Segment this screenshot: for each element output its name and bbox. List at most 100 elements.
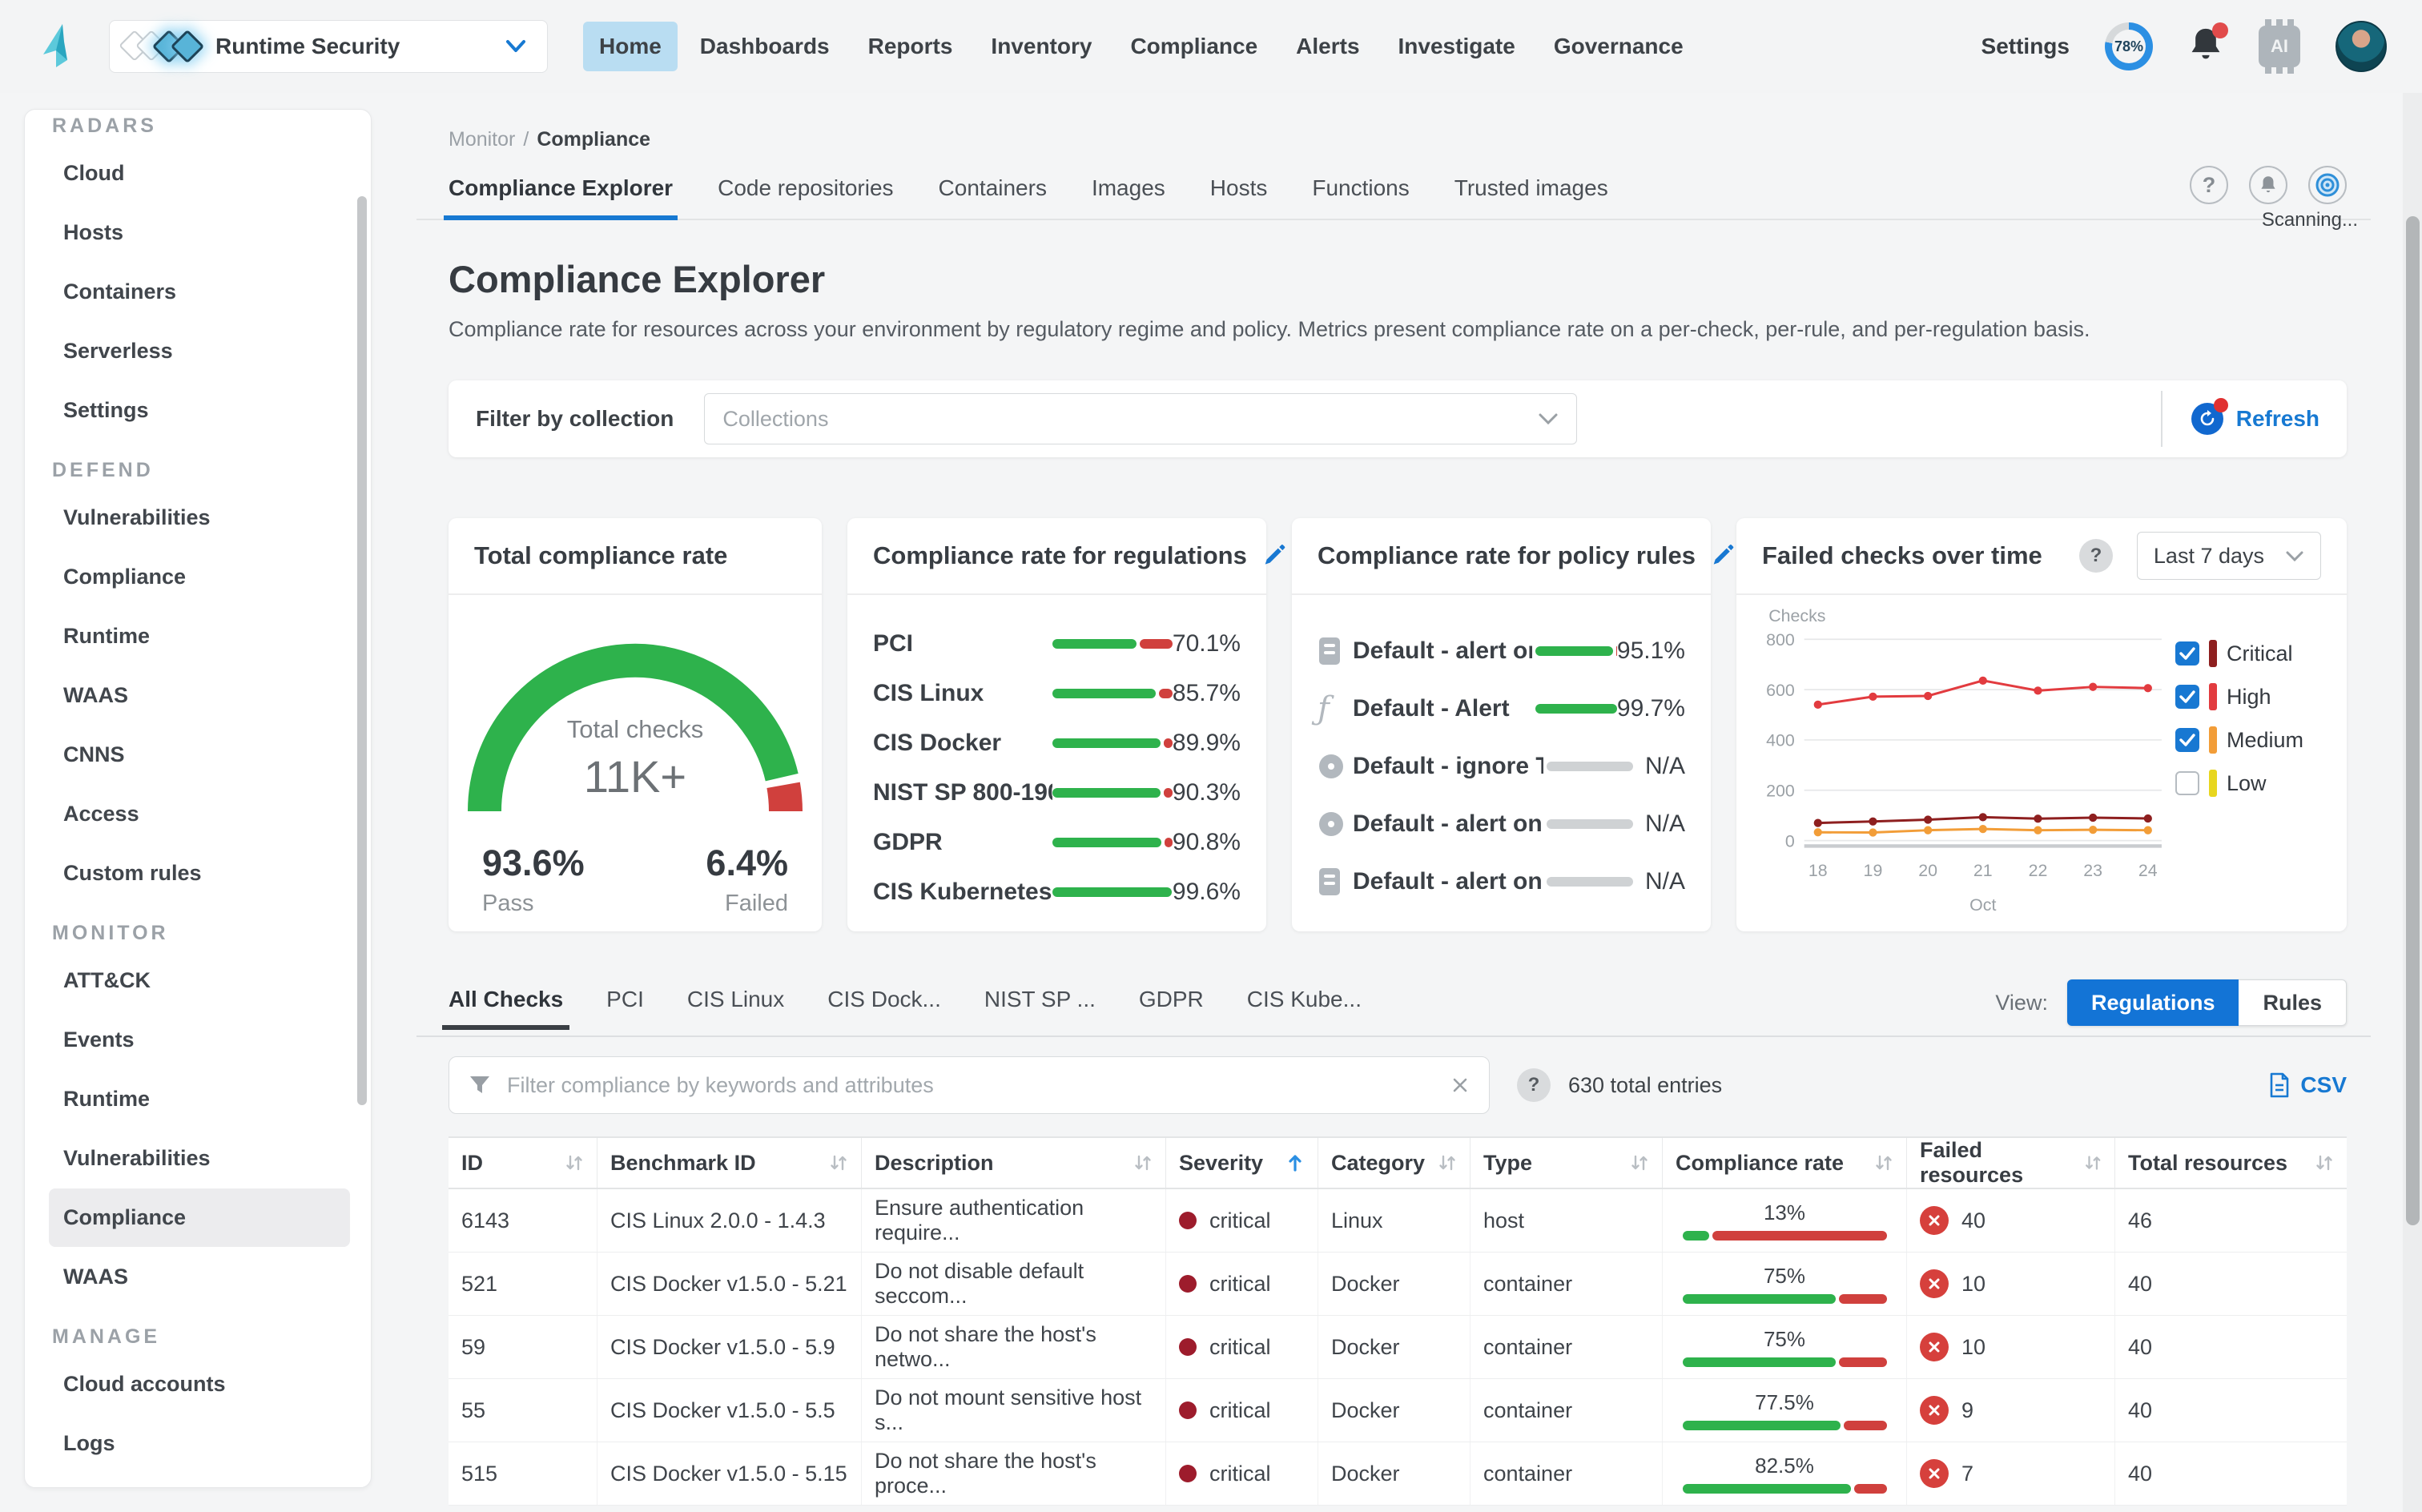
col-description[interactable]: Description [861, 1138, 1165, 1188]
view-regulations-button[interactable]: Regulations [2067, 979, 2239, 1026]
check-tab-cis-kubernetes[interactable]: CIS Kube... [1247, 987, 1362, 1028]
policy-rule-row[interactable]: ƒ Default - Alert 99.7% [1318, 680, 1685, 738]
page-scrollbar[interactable] [2406, 216, 2420, 1225]
sidebar-item-hosts[interactable]: Hosts [49, 203, 350, 262]
col-severity[interactable]: Severity [1165, 1138, 1318, 1188]
tab-hosts[interactable]: Hosts [1210, 175, 1268, 219]
sidebar-item-cnns[interactable]: CNNS [49, 726, 350, 784]
tab-functions[interactable]: Functions [1312, 175, 1409, 219]
check-tab-nist[interactable]: NIST SP ... [984, 987, 1096, 1028]
tab-compliance-explorer[interactable]: Compliance Explorer [449, 175, 673, 219]
check-tab-pci[interactable]: PCI [606, 987, 644, 1028]
legend-item-high[interactable]: High [2175, 683, 2336, 710]
sidebar-item-vulnerabilities[interactable]: Vulnerabilities [49, 489, 350, 547]
table-row[interactable]: 55 CIS Docker v1.5.0 - 5.5 Do not mount … [449, 1379, 2347, 1442]
policy-rule-row[interactable]: Default - ignore T... N/A [1318, 738, 1685, 795]
check-tab-all-checks[interactable]: All Checks [449, 987, 563, 1028]
sidebar-item-custom-rules[interactable]: Custom rules [49, 844, 350, 903]
nav-item-governance[interactable]: Governance [1538, 22, 1700, 71]
sidebar-item-attack[interactable]: ATT&CK [49, 951, 350, 1010]
sidebar-item-cloud[interactable]: Cloud [49, 144, 350, 203]
table-row[interactable]: 6143 CIS Linux 2.0.0 - 1.4.3 Ensure auth… [449, 1189, 2347, 1253]
policy-rule-row[interactable]: Default - alert on c... N/A [1318, 795, 1685, 853]
col-total-resources[interactable]: Total resources [2114, 1138, 2347, 1188]
sidebar-item-runtime[interactable]: Runtime [49, 607, 350, 666]
regulation-row[interactable]: GDPR 90.8% [873, 818, 1241, 867]
tab-code-repositories[interactable]: Code repositories [718, 175, 893, 219]
sidebar-item-monitor-waas[interactable]: WAAS [49, 1248, 350, 1306]
col-failed-resources[interactable]: Failed resources [1906, 1138, 2114, 1188]
sidebar-item-defenders[interactable]: Defenders [49, 1474, 350, 1488]
sidebar-item-cloud-accounts[interactable]: Cloud accounts [49, 1355, 350, 1413]
tab-trusted-images[interactable]: Trusted images [1454, 175, 1608, 219]
product-selector[interactable]: Runtime Security [109, 20, 548, 73]
sidebar-item-containers[interactable]: Containers [49, 263, 350, 321]
policy-rule-row[interactable]: Default - alert on c... 95.1% [1318, 622, 1685, 680]
sidebar-scrollbar[interactable] [357, 196, 367, 1105]
sidebar-item-monitor-runtime[interactable]: Runtime [49, 1070, 350, 1128]
nav-item-dashboards[interactable]: Dashboards [684, 22, 846, 71]
help-button[interactable]: ? [2190, 166, 2228, 204]
collections-select[interactable]: Collections [704, 393, 1577, 444]
nav-item-compliance[interactable]: Compliance [1114, 22, 1273, 71]
nav-item-investigate[interactable]: Investigate [1382, 22, 1531, 71]
regulation-row[interactable]: PCI 70.1% [873, 619, 1241, 669]
legend-item-critical[interactable]: Critical [2175, 640, 2336, 667]
view-rules-button[interactable]: Rules [2239, 979, 2347, 1026]
sidebar-item-compliance[interactable]: Compliance [49, 548, 350, 606]
sidebar-item-serverless[interactable]: Serverless [49, 322, 350, 380]
table-row[interactable]: 515 CIS Docker v1.5.0 - 5.15 Do not shar… [449, 1442, 2347, 1506]
regulation-row[interactable]: NIST SP 800-190 90.3% [873, 768, 1241, 818]
regulation-bar [1052, 838, 1173, 847]
regulation-row[interactable]: CIS Docker 89.9% [873, 718, 1241, 768]
nav-item-reports[interactable]: Reports [852, 22, 969, 71]
sidebar-item-access[interactable]: Access [49, 785, 350, 843]
time-range-select[interactable]: Last 7 days [2137, 532, 2321, 580]
regulation-row[interactable]: CIS Kubernetes 99.6% [873, 867, 1241, 917]
compliance-filter-input[interactable] [505, 1072, 1436, 1099]
sidebar-item-monitor-compliance[interactable]: Compliance [49, 1188, 350, 1247]
regulation-row[interactable]: CIS Linux 85.7% [873, 669, 1241, 718]
clear-icon[interactable] [1450, 1076, 1470, 1095]
policy-rule-label: Default - alert on c... [1353, 868, 1543, 895]
help-icon[interactable]: ? [2079, 539, 2113, 573]
nav-item-alerts[interactable]: Alerts [1280, 22, 1375, 71]
col-type[interactable]: Type [1470, 1138, 1662, 1188]
scanning-status-button[interactable] [2308, 166, 2347, 204]
legend-item-medium[interactable]: Medium [2175, 726, 2336, 754]
breadcrumb-parent[interactable]: Monitor [449, 128, 515, 151]
check-tab-cis-docker[interactable]: CIS Dock... [827, 987, 941, 1028]
table-row[interactable]: 59 CIS Docker v1.5.0 - 5.9 Do not share … [449, 1316, 2347, 1379]
notifications-button[interactable] [2188, 26, 2223, 68]
edit-icon[interactable] [1712, 543, 1737, 569]
page-notifications-button[interactable] [2249, 166, 2287, 204]
col-compliance-rate[interactable]: Compliance rate [1662, 1138, 1906, 1188]
sidebar-item-monitor-vulnerabilities[interactable]: Vulnerabilities [49, 1129, 350, 1188]
legend-item-low[interactable]: Low [2175, 770, 2336, 797]
sidebar-item-events[interactable]: Events [49, 1011, 350, 1069]
refresh-button[interactable]: Refresh [2191, 403, 2319, 435]
nav-item-home[interactable]: Home [583, 22, 678, 71]
svg-text:400: 400 [1766, 731, 1795, 750]
edit-icon[interactable] [1263, 543, 1289, 569]
check-tab-cis-linux[interactable]: CIS Linux [687, 987, 784, 1028]
check-tab-gdpr[interactable]: GDPR [1139, 987, 1204, 1028]
col-benchmark-id[interactable]: Benchmark ID [597, 1138, 861, 1188]
table-row[interactable]: 521 CIS Docker v1.5.0 - 5.21 Do not disa… [449, 1253, 2347, 1316]
col-id[interactable]: ID [449, 1138, 597, 1188]
entries-help-icon[interactable]: ? [1517, 1068, 1551, 1102]
tab-images[interactable]: Images [1092, 175, 1165, 219]
sidebar-item-settings[interactable]: Settings [49, 381, 350, 440]
usage-progress-ring[interactable]: 78% [2105, 22, 2153, 70]
export-csv-button[interactable]: CSV [2268, 1072, 2347, 1098]
checkbox-icon [2175, 728, 2199, 752]
sidebar-item-logs[interactable]: Logs [49, 1414, 350, 1473]
settings-button[interactable]: Settings [1981, 34, 2070, 59]
sidebar-item-waas[interactable]: WAAS [49, 666, 350, 725]
tab-containers[interactable]: Containers [939, 175, 1047, 219]
policy-rule-row[interactable]: Default - alert on c... N/A [1318, 853, 1685, 911]
nav-item-inventory[interactable]: Inventory [975, 22, 1108, 71]
col-category[interactable]: Category [1318, 1138, 1470, 1188]
user-avatar[interactable] [2336, 21, 2387, 72]
ai-assistant-button[interactable]: AI [2259, 26, 2300, 67]
